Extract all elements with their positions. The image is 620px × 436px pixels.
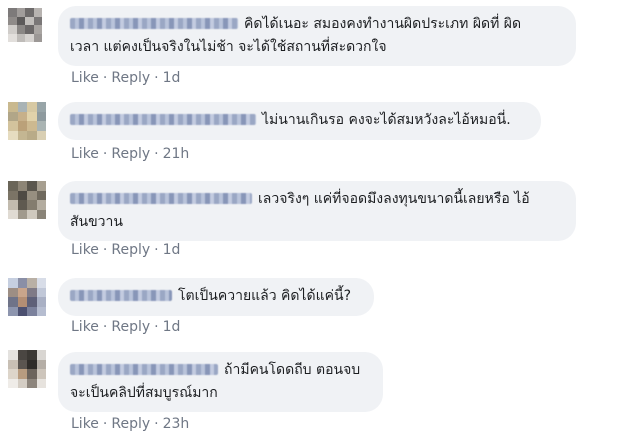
comment-line: เวลา แต่คงเป็นจริงในไม่ช้า จะได้ใช้สถานท…	[70, 39, 387, 55]
timestamp[interactable]: 1d	[163, 242, 181, 258]
timestamp[interactable]: 23h	[163, 416, 190, 432]
author-name-redacted[interactable]	[70, 193, 252, 204]
comment-actions: Like · Reply · 1d	[71, 319, 180, 335]
reply-button[interactable]: Reply	[111, 146, 150, 162]
comment-line: จะเป็นคลิปที่สมบูรณ์มาก	[70, 385, 218, 401]
comment-line: ไม่นานเกินรอ คงจะได้สมหวังละไอ้หมอนี่.	[70, 109, 529, 132]
comment-actions: Like · Reply · 23h	[71, 416, 189, 432]
comment-bubble: คิดได้เนอะ สมองคงทำงานผิดประเภท ผิดที่ ผ…	[58, 6, 576, 66]
timestamp[interactable]: 1d	[163, 319, 181, 335]
separator: ·	[102, 146, 108, 162]
comment-actions: Like · Reply · 1d	[71, 70, 180, 86]
comment-text: คิดได้เนอะ สมองคงทำงานผิดประเภท ผิดที่ ผ…	[244, 16, 522, 32]
avatar[interactable]	[8, 278, 46, 316]
comment-actions: Like · Reply · 1d	[71, 242, 180, 258]
separator: ·	[154, 416, 159, 432]
author-name-redacted[interactable]	[70, 114, 256, 125]
separator: ·	[154, 242, 159, 258]
separator: ·	[154, 319, 159, 335]
timestamp[interactable]: 21h	[163, 146, 190, 162]
separator: ·	[102, 70, 108, 86]
reply-button[interactable]: Reply	[111, 319, 150, 335]
comment-bubble: โตเป็นควายแล้ว คิดได้แค่นี้?	[58, 278, 374, 316]
comment-line: ถ้ามีคนโดดถีบ ตอนจบ	[70, 359, 371, 382]
comment-line: เลวจริงๆ แค่ที่จอดมึงลงทุนขนาดนี้เลยหรือ…	[70, 188, 564, 211]
author-name-redacted[interactable]	[70, 364, 218, 375]
comment-actions: Like · Reply · 21h	[71, 146, 189, 162]
avatar[interactable]	[8, 181, 46, 219]
author-name-redacted[interactable]	[70, 18, 238, 29]
avatar[interactable]	[8, 8, 42, 42]
separator: ·	[102, 242, 108, 258]
reply-button[interactable]: Reply	[111, 416, 150, 432]
timestamp[interactable]: 1d	[163, 70, 181, 86]
separator: ·	[154, 146, 159, 162]
comment-text: เลวจริงๆ แค่ที่จอดมึงลงทุนขนาดนี้เลยหรือ…	[258, 191, 530, 207]
reply-button[interactable]: Reply	[111, 70, 150, 86]
like-button[interactable]: Like	[71, 416, 99, 432]
comment-line: โตเป็นควายแล้ว คิดได้แค่นี้?	[70, 285, 362, 308]
separator: ·	[102, 416, 108, 432]
comment-bubble: เลวจริงๆ แค่ที่จอดมึงลงทุนขนาดนี้เลยหรือ…	[58, 181, 576, 241]
like-button[interactable]: Like	[71, 242, 99, 258]
comment-line: คิดได้เนอะ สมองคงทำงานผิดประเภท ผิดที่ ผ…	[70, 13, 564, 36]
separator: ·	[154, 70, 159, 86]
reply-button[interactable]: Reply	[111, 242, 150, 258]
comment-text: ไม่นานเกินรอ คงจะได้สมหวังละไอ้หมอนี่.	[262, 112, 511, 128]
like-button[interactable]: Like	[71, 319, 99, 335]
avatar[interactable]	[8, 350, 46, 388]
comment-bubble: ถ้ามีคนโดดถีบ ตอนจบ จะเป็นคลิปที่สมบูรณ์…	[58, 352, 383, 412]
avatar[interactable]	[8, 102, 46, 140]
comment-line: สันขวาน	[70, 214, 123, 230]
author-name-redacted[interactable]	[70, 290, 172, 301]
comment-text: โตเป็นควายแล้ว คิดได้แค่นี้?	[178, 288, 352, 304]
comment-text: ถ้ามีคนโดดถีบ ตอนจบ	[224, 362, 361, 378]
like-button[interactable]: Like	[71, 70, 99, 86]
comment-bubble: ไม่นานเกินรอ คงจะได้สมหวังละไอ้หมอนี่.	[58, 102, 541, 140]
like-button[interactable]: Like	[71, 146, 99, 162]
separator: ·	[102, 319, 108, 335]
